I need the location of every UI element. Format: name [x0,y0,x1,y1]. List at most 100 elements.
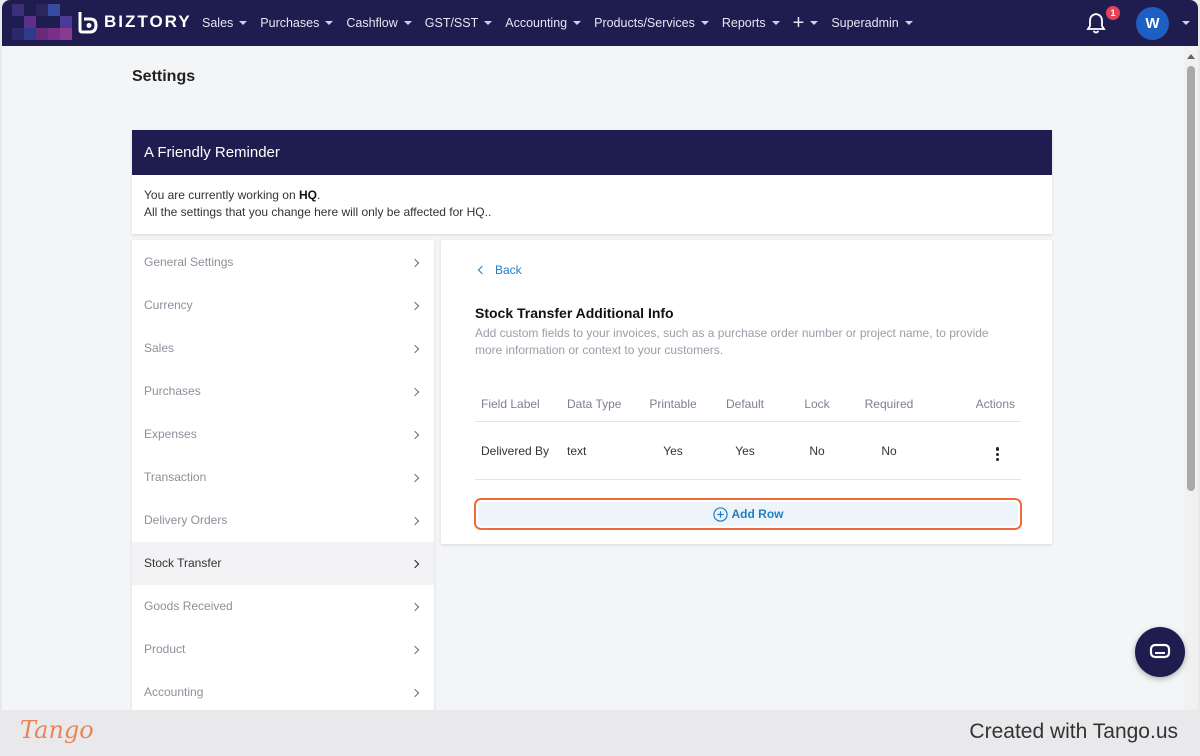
menu-label: Accounting [505,16,568,30]
reminder-title: A Friendly Reminder [132,130,1052,175]
chat-widget-button[interactable] [1135,627,1185,677]
scroll-thumb[interactable] [1187,66,1195,491]
main-menu: Sales Purchases Cashflow GST/SST Account… [202,0,926,46]
plus-icon: + [792,12,805,34]
menu-products-services[interactable]: Products/Services [594,16,709,30]
chevron-right-icon [410,516,420,526]
sidebar-item-label: Product [144,642,186,657]
reminder-text: . [316,188,321,202]
menu-label: Superadmin [831,16,899,30]
sidebar-item-label: Stock Transfer [144,556,222,571]
scroll-up-arrow-icon[interactable] [1187,54,1195,59]
sidebar-item-label: Currency [144,297,193,312]
caret-down-icon[interactable] [1182,21,1190,25]
chevron-right-icon [410,559,420,569]
reminder-line-2: All the settings that you change here wi… [144,205,492,219]
menu-label: Purchases [260,16,320,30]
caret-down-icon [239,21,248,25]
column-header: Required [864,396,914,411]
menu-reports[interactable]: Reports [722,16,780,30]
caret-down-icon [573,21,582,25]
table-header: Field Label Data Type Printable Default … [475,386,1021,422]
column-header: Actions [975,396,1015,411]
reminder-panel: A Friendly Reminder You are currently wo… [132,130,1052,234]
menu-superadmin[interactable]: Superadmin [831,16,913,30]
menu-quick-add[interactable]: + [793,13,819,33]
sidebar-item-expenses[interactable]: Expenses [132,412,434,455]
reminder-body: You are currently working on HQ. All the… [132,175,1052,221]
sidebar-item-label: Purchases [144,383,201,398]
chevron-right-icon [410,430,420,440]
sidebar-item-label: Goods Received [144,599,233,614]
vertical-scrollbar[interactable] [1184,46,1198,710]
menu-sales[interactable]: Sales [202,16,248,30]
back-label: Back [495,263,522,277]
settings-sidebar: General Settings Currency Sales Purchase… [132,240,434,710]
tango-logo: Tango [20,716,94,744]
menu-label: Cashflow [346,16,398,30]
sidebar-item-general-settings[interactable]: General Settings [132,240,434,283]
notification-badge: 1 [1106,6,1120,20]
chevron-left-icon [477,265,487,275]
column-header: Data Type [567,396,622,411]
sidebar-item-label: Delivery Orders [144,513,228,528]
sidebar-item-label: Accounting [144,685,204,700]
column-header: Lock [804,396,830,411]
caret-down-icon [810,21,819,25]
add-row-button[interactable]: Add Row [474,498,1022,530]
additional-info-card: Back Stock Transfer Additional Info Add … [441,240,1052,544]
caret-down-icon [771,21,780,25]
sidebar-item-delivery-orders[interactable]: Delivery Orders [132,499,434,542]
bell-icon[interactable] [1086,12,1106,34]
sidebar-item-sales[interactable]: Sales [132,326,434,369]
table-cell: text [567,443,587,458]
add-row-button-inner: Add Row [478,502,1018,526]
page-title: Settings [132,68,196,85]
caret-down-icon [403,21,412,25]
menu-label: Reports [721,16,766,30]
branch-name: HQ [298,188,317,202]
reminder-line-1: You are currently working on HQ. [144,187,1040,204]
table-cell: Yes [735,443,755,458]
column-header: Default [725,396,765,411]
table-cell-actions [925,440,1021,462]
chevron-right-icon [410,473,420,483]
chevron-right-icon [410,301,420,310]
chevron-right-icon [410,344,420,353]
menu-cashflow[interactable]: Cashflow [346,16,412,30]
section-description: Add custom fields to your invoices, such… [475,326,989,357]
menu-purchases[interactable]: Purchases [260,16,334,30]
table-cell: No [881,443,897,458]
menu-gst-sst[interactable]: GST/SST [425,16,493,30]
menu-accounting[interactable]: Accounting [505,16,582,30]
column-header: Printable [649,396,697,411]
menu-label: Sales [202,16,234,30]
chevron-right-icon [410,646,420,655]
chevron-right-icon [410,603,420,612]
back-link[interactable]: Back [477,263,522,277]
chat-bubble-icon [1149,643,1171,659]
sidebar-item-label: Sales [144,340,175,355]
sidebar-item-label: Transaction [144,470,207,485]
sidebar-item-currency[interactable]: Currency [132,283,434,326]
sidebar-item-accounting[interactable]: Accounting [132,671,434,710]
menu-label: Products/Services [594,16,695,30]
sidebar-item-purchases[interactable]: Purchases [132,369,434,412]
table-cell: No [809,443,825,458]
reminder-text: You are currently working on [144,188,299,202]
plus-circle-icon [712,506,728,522]
sidebar-item-transaction[interactable]: Transaction [132,455,434,498]
kebab-menu-icon[interactable] [995,447,999,462]
custom-fields-table: Field Label Data Type Printable Default … [475,386,1021,480]
app-window: BIZTORY Sales Purchases Cashflow GST/SST… [2,0,1198,710]
user-avatar[interactable]: W [1136,7,1169,40]
created-with-text: Created with Tango.us [969,720,1178,743]
sidebar-item-goods-received[interactable]: Goods Received [132,585,434,628]
caret-down-icon [904,21,913,25]
add-row-label: Add Row [731,507,784,521]
sidebar-item-product[interactable]: Product [132,628,434,671]
brand-logo[interactable]: BIZTORY [76,10,192,34]
table-row: Delivered By text Yes Yes No No [475,422,1021,480]
sidebar-item-stock-transfer[interactable]: Stock Transfer [132,541,434,585]
chevron-right-icon [410,258,420,267]
